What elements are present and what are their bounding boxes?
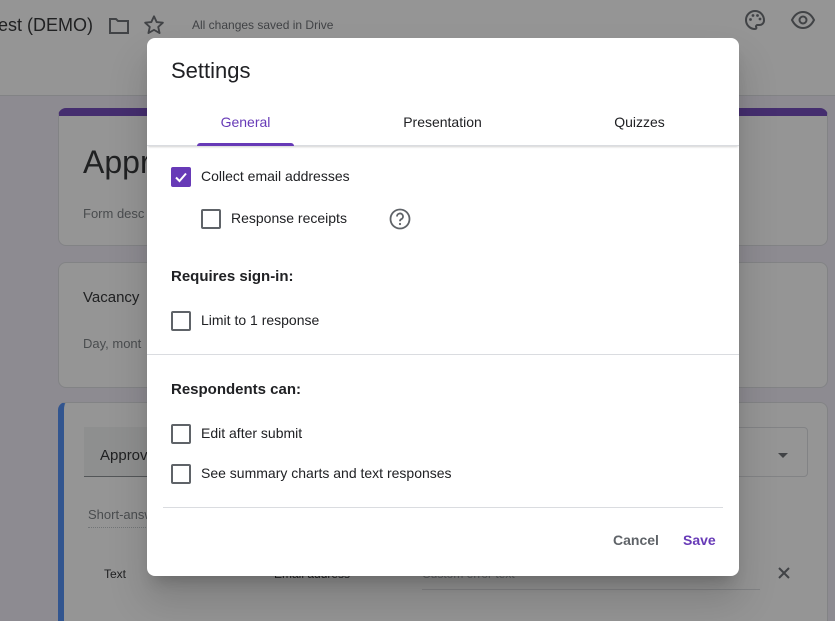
- tab-presentation[interactable]: Presentation: [344, 108, 541, 146]
- edit-after-submit-label: Edit after submit: [201, 425, 303, 441]
- tab-general[interactable]: General: [147, 108, 344, 146]
- see-summary-checkbox[interactable]: [171, 464, 191, 484]
- dialog-title: Settings: [171, 58, 251, 83]
- cancel-button[interactable]: Cancel: [613, 532, 659, 548]
- edit-after-submit-checkbox[interactable]: [171, 424, 191, 444]
- requires-signin-heading: Requires sign-in:: [171, 268, 294, 285]
- tab-quizzes[interactable]: Quizzes: [541, 108, 738, 146]
- section-divider: [147, 354, 739, 355]
- limit-one-label: Limit to 1 response: [201, 312, 320, 328]
- settings-tabs: General Presentation Quizzes: [147, 108, 739, 146]
- footer-divider: [163, 507, 723, 508]
- respondents-can-heading: Respondents can:: [171, 381, 302, 398]
- check-icon: [175, 172, 187, 183]
- see-summary-label: See summary charts and text responses: [201, 465, 452, 481]
- response-receipts-checkbox[interactable]: [201, 209, 221, 229]
- settings-dialog: Settings General Presentation Quizzes Co…: [147, 38, 739, 576]
- collect-email-label: Collect email addresses: [201, 168, 350, 184]
- response-receipts-label: Response receipts: [231, 210, 347, 226]
- save-button[interactable]: Save: [683, 532, 716, 548]
- collect-email-checkbox[interactable]: [171, 167, 191, 187]
- limit-one-checkbox[interactable]: [171, 311, 191, 331]
- help-icon[interactable]: [389, 208, 411, 230]
